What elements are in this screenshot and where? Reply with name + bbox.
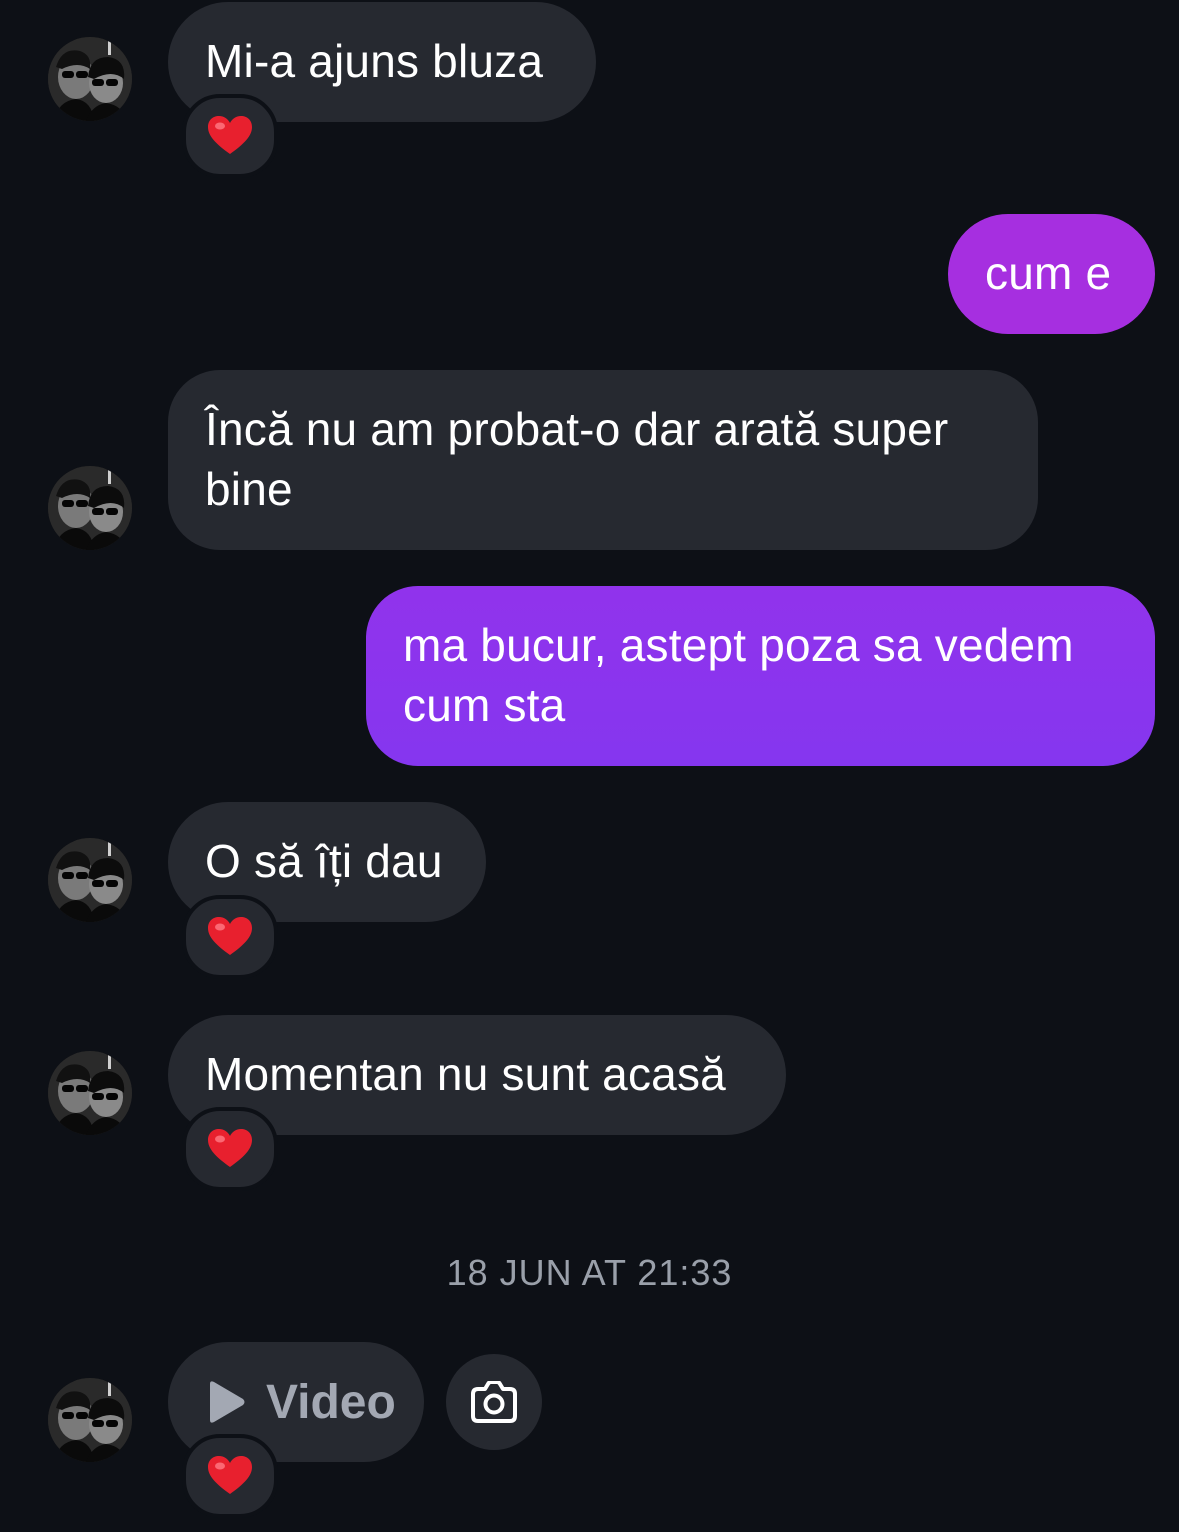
- avatar[interactable]: [48, 37, 132, 121]
- message-text: Încă nu am probat-o dar arată super bine: [205, 403, 949, 515]
- heart-icon: [208, 1456, 252, 1494]
- message-reaction[interactable]: [182, 1434, 278, 1518]
- message-text: cum e: [985, 247, 1112, 299]
- message-reaction[interactable]: [182, 895, 278, 979]
- avatar[interactable]: [48, 1051, 132, 1135]
- avatar[interactable]: [48, 838, 132, 922]
- heart-icon: [208, 116, 252, 154]
- camera-icon: [471, 1381, 517, 1423]
- message-text: Momentan nu sunt acasă: [205, 1048, 726, 1100]
- camera-button[interactable]: [446, 1354, 542, 1450]
- video-label: Video: [266, 1375, 396, 1429]
- avatar[interactable]: [48, 466, 132, 550]
- message-reaction[interactable]: [182, 94, 278, 178]
- message-bubble-incoming[interactable]: Încă nu am probat-o dar arată super bine: [168, 370, 1038, 550]
- message-text: ma bucur, astept poza sa vedem cum sta: [403, 619, 1074, 731]
- play-icon: [210, 1381, 245, 1423]
- message-text: Mi-a ajuns bluza: [205, 35, 544, 87]
- heart-icon: [208, 917, 252, 955]
- message-bubble-outgoing[interactable]: cum e: [948, 214, 1155, 334]
- timestamp-divider: 18 JUN AT 21:33: [446, 1252, 733, 1293]
- message-reaction[interactable]: [182, 1107, 278, 1191]
- avatar[interactable]: [48, 1378, 132, 1462]
- heart-icon: [208, 1129, 252, 1167]
- message-bubble-outgoing[interactable]: ma bucur, astept poza sa vedem cum sta: [366, 586, 1155, 766]
- message-text: O să îți dau: [205, 835, 443, 887]
